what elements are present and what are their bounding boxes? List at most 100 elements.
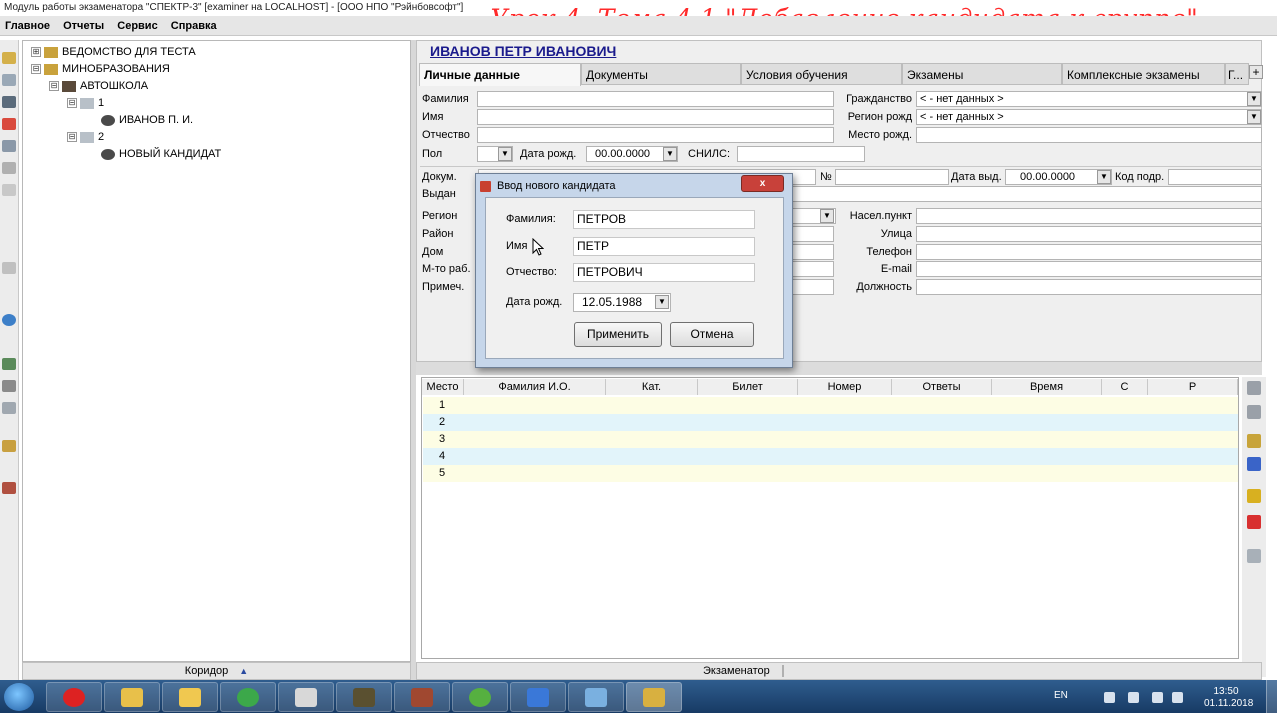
collapse-icon[interactable]: ⊟ [49,81,59,92]
taskbar-app-opera[interactable] [46,682,102,712]
chevron-down-icon[interactable]: ▼ [1247,110,1261,124]
lightning-icon[interactable] [1247,489,1261,503]
arrow-up-icon[interactable] [1247,381,1261,395]
tab-complex-exams[interactable]: Комплексные экзамены [1062,63,1225,85]
taskbar-app-monitor[interactable] [568,682,624,712]
dialog-lastname-field[interactable]: ПЕТРОВ [573,210,755,229]
taskbar-app-chrome[interactable] [220,682,276,712]
tree-node-minobrazovaniya[interactable]: ⊟ МИНОБРАЗОВАНИЯ [31,61,170,77]
delete-icon[interactable] [2,118,16,130]
column-header-category[interactable]: Кат. [606,379,698,395]
close-button[interactable]: x [741,175,784,192]
link-icon[interactable] [2,184,16,196]
table-row[interactable]: 2 [423,414,1238,431]
birth-region-select[interactable]: < - нет данных > [916,109,1262,125]
save-icon[interactable] [2,162,16,174]
menu-service[interactable]: Сервис [115,16,159,36]
tab-more[interactable]: Г... [1225,63,1249,85]
flag-icon[interactable] [1104,692,1115,703]
add-candidate-icon[interactable] [1247,434,1261,448]
tree-node-new-candidate[interactable]: НОВЫЙ КАНДИДАТ [101,146,221,162]
cancel-button[interactable]: Отмена [670,322,754,347]
issue-date-field[interactable]: 00.00.0000 [1005,169,1112,185]
doc-number-field[interactable] [835,169,949,185]
column-header-fio[interactable]: Фамилия И.О. [464,379,606,395]
tree-icon[interactable] [2,74,16,86]
menu-main[interactable]: Главное [3,16,52,36]
tab-personal-data[interactable]: Личные данные [419,63,581,86]
patronymic-field[interactable] [477,127,834,143]
email-field[interactable] [916,261,1262,277]
taskbar-app-lync[interactable] [510,682,566,712]
taskbar-app-spektr[interactable] [626,682,682,712]
tree-node-avtoshkola[interactable]: ⊟ АВТОШКОЛА [49,78,148,94]
lastname-field[interactable] [477,91,834,107]
network-icon[interactable] [2,402,16,414]
taskbar-app-utorrent[interactable] [452,682,508,712]
street-field[interactable] [916,226,1262,242]
tree-node-ivanov[interactable]: ИВАНОВ П. И. [101,112,193,128]
search-icon[interactable] [1247,549,1261,563]
taskbar-app-explorer[interactable] [104,682,160,712]
stop-icon[interactable] [1247,515,1261,529]
chevron-down-icon[interactable]: ▼ [820,209,834,223]
chevron-down-icon[interactable]: ▼ [655,295,669,309]
bus-icon[interactable] [2,440,16,452]
collapse-icon[interactable]: ⊟ [67,132,77,143]
table-row[interactable]: 3 [423,431,1238,448]
birth-place-field[interactable] [916,127,1262,143]
network-icon[interactable] [1128,692,1139,703]
user-icon[interactable] [2,96,16,108]
apply-button[interactable]: Применить [574,322,662,347]
tree-node-group-2[interactable]: ⊟ 2 [67,129,104,145]
tab-exams[interactable]: Экзамены [902,63,1062,85]
expand-icon[interactable]: ⊞ [31,47,41,58]
column-header-time[interactable]: Время [992,379,1102,395]
taskbar-app-game[interactable] [394,682,450,712]
run-icon[interactable] [1247,457,1261,471]
firstname-field[interactable] [477,109,834,125]
dialog-firstname-field[interactable]: ПЕТР [573,237,755,256]
book-icon[interactable] [2,380,16,392]
dialog-patronymic-field[interactable]: ПЕТРОВИЧ [573,263,755,282]
collapse-icon[interactable]: ⊟ [31,64,41,75]
collapse-icon[interactable]: ⊟ [67,98,77,109]
corridor-bar[interactable]: Коридор ▲ [22,662,411,680]
phone-field[interactable] [916,244,1262,260]
column-header-place[interactable]: Место [422,379,464,395]
chevron-down-icon[interactable]: ▼ [1247,92,1261,106]
chevron-down-icon[interactable]: ▼ [1097,170,1111,184]
table-row[interactable]: 5 [423,465,1238,482]
column-header-c[interactable]: С [1102,379,1148,395]
tab-documents[interactable]: Документы [581,63,741,85]
language-indicator[interactable]: EN [1054,690,1068,701]
monitor-icon[interactable] [2,358,16,370]
print-icon[interactable] [2,140,16,152]
citizenship-select[interactable]: < - нет данных > [916,91,1262,107]
column-header-ticket[interactable]: Билет [698,379,798,395]
snils-field[interactable] [737,146,865,162]
pencil-icon[interactable] [2,52,16,64]
settlement-field[interactable] [916,208,1262,224]
tree-node-vedomstvo[interactable]: ⊞ ВЕДОМСТВО ДЛЯ ТЕСТА [31,44,196,60]
clock[interactable]: 13:50 01.11.2018 [1204,686,1253,710]
column-header-number[interactable]: Номер [798,379,892,395]
show-desktop-button[interactable] [1266,680,1277,713]
dept-code-field[interactable] [1168,169,1262,185]
tab-scroll-button[interactable]: + [1249,65,1263,79]
tab-training-conditions[interactable]: Условия обучения [741,63,902,85]
chevron-down-icon[interactable]: ▼ [663,147,677,161]
taskbar-app-window[interactable] [278,682,334,712]
menu-reports[interactable]: Отчеты [61,16,106,36]
tree-node-group-1[interactable]: ⊟ 1 [67,95,104,111]
column-header-p[interactable]: Р [1148,379,1238,395]
table-row[interactable]: 1 [423,397,1238,414]
window-icon[interactable] [2,262,16,274]
tray-app-icon[interactable] [1152,692,1163,703]
menu-help[interactable]: Справка [169,16,219,36]
arrow-down-icon[interactable] [1247,405,1261,419]
column-header-answers[interactable]: Ответы [892,379,992,395]
table-row[interactable]: 4 [423,448,1238,465]
arrow-up-icon[interactable]: ▲ [239,666,248,676]
position-field[interactable] [916,279,1262,295]
